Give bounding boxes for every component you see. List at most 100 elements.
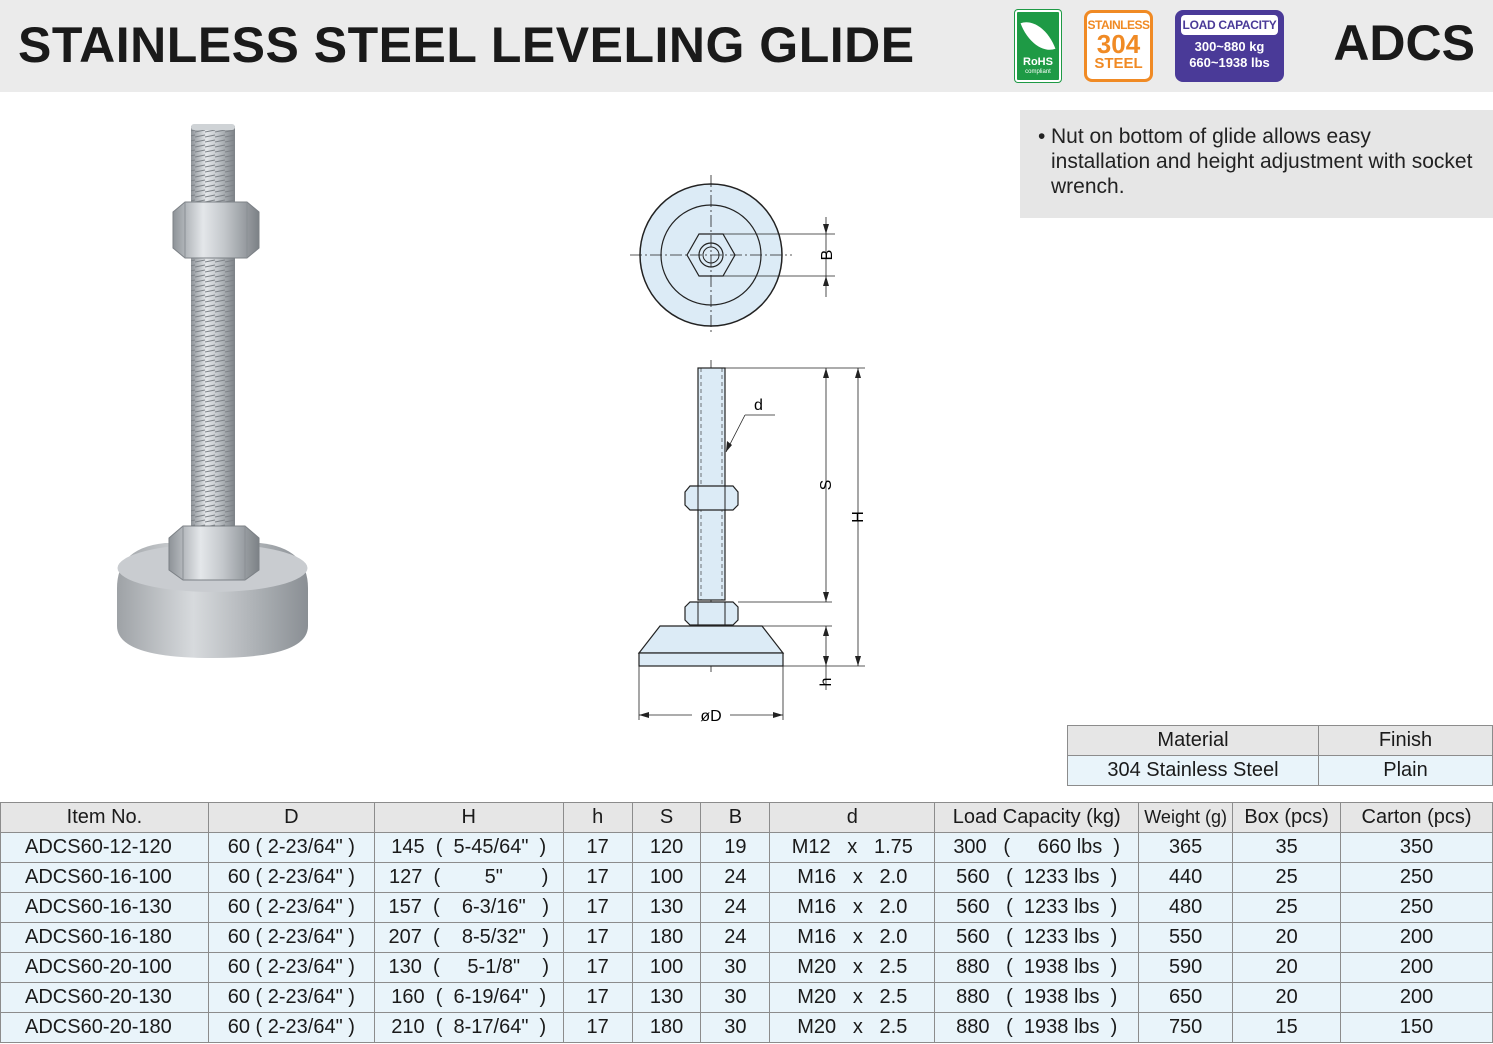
spec-table: Item No. D H h S B d Load Capacity (kg) … <box>0 802 1493 1043</box>
spec-header-row: Item No. D H h S B d Load Capacity (kg) … <box>0 802 1493 833</box>
load-badge-kg: 300~880 kg <box>1194 39 1265 54</box>
top-view: B <box>630 175 836 335</box>
cell-s: 130 <box>631 892 702 923</box>
cell-carton: 200 <box>1340 952 1493 983</box>
cell-item-no: ADCS60-20-180 <box>0 1012 209 1043</box>
cell-h-base: 17 <box>562 832 633 863</box>
cell-thread: M20 x 2.5 <box>769 952 936 983</box>
col-header-d-diameter: D <box>207 802 375 833</box>
table-row: ADCS60-20-180 60 ( 2-23/64" ) 210 ( 8-17/6… <box>0 1012 1493 1043</box>
cell-load-capacity: 560 ( 1233 lbs ) <box>934 892 1140 923</box>
cell-weight: 590 <box>1138 952 1234 983</box>
table-row: ADCS60-16-130 60 ( 2-23/64" ) 157 ( 6-3/16… <box>0 892 1493 923</box>
cell-thread: M16 x 2.0 <box>769 892 936 923</box>
cell-load-capacity: 560 ( 1233 lbs ) <box>934 862 1140 893</box>
cell-item-no: ADCS60-16-130 <box>0 892 209 923</box>
steel-badge-line3: STEEL <box>1094 55 1143 72</box>
finish-header: Finish <box>1318 725 1493 756</box>
load-capacity-badge: LOAD CAPACITY 300~880 kg 660~1938 lbs <box>1175 10 1284 82</box>
cell-box: 20 <box>1232 952 1342 983</box>
material-value: 304 Stainless Steel <box>1067 755 1319 786</box>
cell-d: 60 ( 2-23/64" ) <box>207 832 375 863</box>
cell-h-base: 17 <box>562 982 633 1013</box>
cell-load-capacity: 560 ( 1233 lbs ) <box>934 922 1140 953</box>
cell-d: 60 ( 2-23/64" ) <box>207 952 375 983</box>
cell-d: 60 ( 2-23/64" ) <box>207 892 375 923</box>
cell-weight: 650 <box>1138 982 1234 1013</box>
cell-b: 24 <box>700 862 771 893</box>
stainless-steel-badge: STAINLESS 304 STEEL <box>1084 10 1153 82</box>
technical-drawing: B d S H h øD <box>630 175 867 725</box>
dim-label-diameter: øD <box>700 708 721 725</box>
cell-s: 120 <box>631 832 702 863</box>
cell-box: 15 <box>1232 1012 1342 1043</box>
product-photo <box>117 124 308 658</box>
col-header-h-height: H <box>373 802 564 833</box>
cell-s: 100 <box>631 862 702 893</box>
cell-h: 127 ( 5" ) <box>373 862 564 893</box>
material-table: Material Finish 304 Stainless Steel Plai… <box>1067 725 1493 786</box>
cell-b: 19 <box>700 832 771 863</box>
col-header-carton: Carton (pcs) <box>1340 802 1493 833</box>
cell-box: 25 <box>1232 892 1342 923</box>
bullet: • <box>1038 125 1046 148</box>
cell-h: 160 ( 6-19/64" ) <box>373 982 564 1013</box>
cell-item-no: ADCS60-20-100 <box>0 952 209 983</box>
rohs-label: RoHS <box>1023 56 1053 68</box>
cell-h: 157 ( 6-3/16" ) <box>373 892 564 923</box>
cell-carton: 150 <box>1340 1012 1493 1043</box>
cell-thread: M16 x 2.0 <box>769 922 936 953</box>
cell-item-no: ADCS60-16-180 <box>0 922 209 953</box>
dim-label-s: S <box>818 480 835 491</box>
table-row: ADCS60-16-180 60 ( 2-23/64" ) 207 ( 8-5/32… <box>0 922 1493 953</box>
dim-label-d: d <box>754 397 763 414</box>
cell-d: 60 ( 2-23/64" ) <box>207 922 375 953</box>
cell-item-no: ADCS60-20-130 <box>0 982 209 1013</box>
dim-label-h-base: h <box>818 678 835 687</box>
col-header-weight: Weight (g) <box>1138 802 1234 833</box>
finish-value: Plain <box>1318 755 1493 786</box>
cell-thread: M20 x 2.5 <box>769 1012 936 1043</box>
cell-h-base: 17 <box>562 862 633 893</box>
col-header-s: S <box>631 802 702 833</box>
feature-note-text: Nut on bottom of glide allows easy insta… <box>1051 125 1473 198</box>
cell-thread: M20 x 2.5 <box>769 982 936 1013</box>
side-view: d S H h øD <box>637 360 867 725</box>
cell-d: 60 ( 2-23/64" ) <box>207 1012 375 1043</box>
feature-note: • Nut on bottom of glide allows easy ins… <box>1020 110 1493 218</box>
cell-s: 180 <box>631 1012 702 1043</box>
cell-carton: 250 <box>1340 892 1493 923</box>
cell-h: 145 ( 5-45/64" ) <box>373 832 564 863</box>
cell-weight: 440 <box>1138 862 1234 893</box>
load-badge-label: LOAD CAPACITY <box>1181 15 1278 35</box>
cell-load-capacity: 880 ( 1938 lbs ) <box>934 1012 1140 1043</box>
cell-box: 20 <box>1232 982 1342 1013</box>
cell-h-base: 17 <box>562 922 633 953</box>
cell-carton: 200 <box>1340 922 1493 953</box>
cell-h-base: 17 <box>562 1012 633 1043</box>
col-header-h-base: h <box>562 802 633 833</box>
cell-box: 35 <box>1232 832 1342 863</box>
cell-h: 130 ( 5-1/8" ) <box>373 952 564 983</box>
cell-h-base: 17 <box>562 892 633 923</box>
cell-weight: 480 <box>1138 892 1234 923</box>
cell-carton: 350 <box>1340 832 1493 863</box>
cell-load-capacity: 880 ( 1938 lbs ) <box>934 982 1140 1013</box>
cell-b: 30 <box>700 952 771 983</box>
table-row: ADCS60-20-130 60 ( 2-23/64" ) 160 ( 6-19/6… <box>0 982 1493 1013</box>
rohs-badge: RoHS compliant <box>1015 10 1061 82</box>
col-header-box: Box (pcs) <box>1232 802 1342 833</box>
steel-badge-line2: 304 <box>1096 29 1141 59</box>
cell-thread: M16 x 2.0 <box>769 862 936 893</box>
cell-load-capacity: 880 ( 1938 lbs ) <box>934 952 1140 983</box>
load-badge-lbs: 660~1938 lbs <box>1189 55 1270 70</box>
col-header-item-no: Item No. <box>0 802 209 833</box>
cell-b: 24 <box>700 892 771 923</box>
cell-weight: 750 <box>1138 1012 1234 1043</box>
cell-b: 24 <box>700 922 771 953</box>
cell-item-no: ADCS60-16-100 <box>0 862 209 893</box>
leaf-icon <box>1020 14 1056 58</box>
table-row: ADCS60-16-100 60 ( 2-23/64" ) 127 ( 5" ) 17… <box>0 862 1493 893</box>
col-header-thread: d <box>769 802 936 833</box>
cell-d: 60 ( 2-23/64" ) <box>207 862 375 893</box>
